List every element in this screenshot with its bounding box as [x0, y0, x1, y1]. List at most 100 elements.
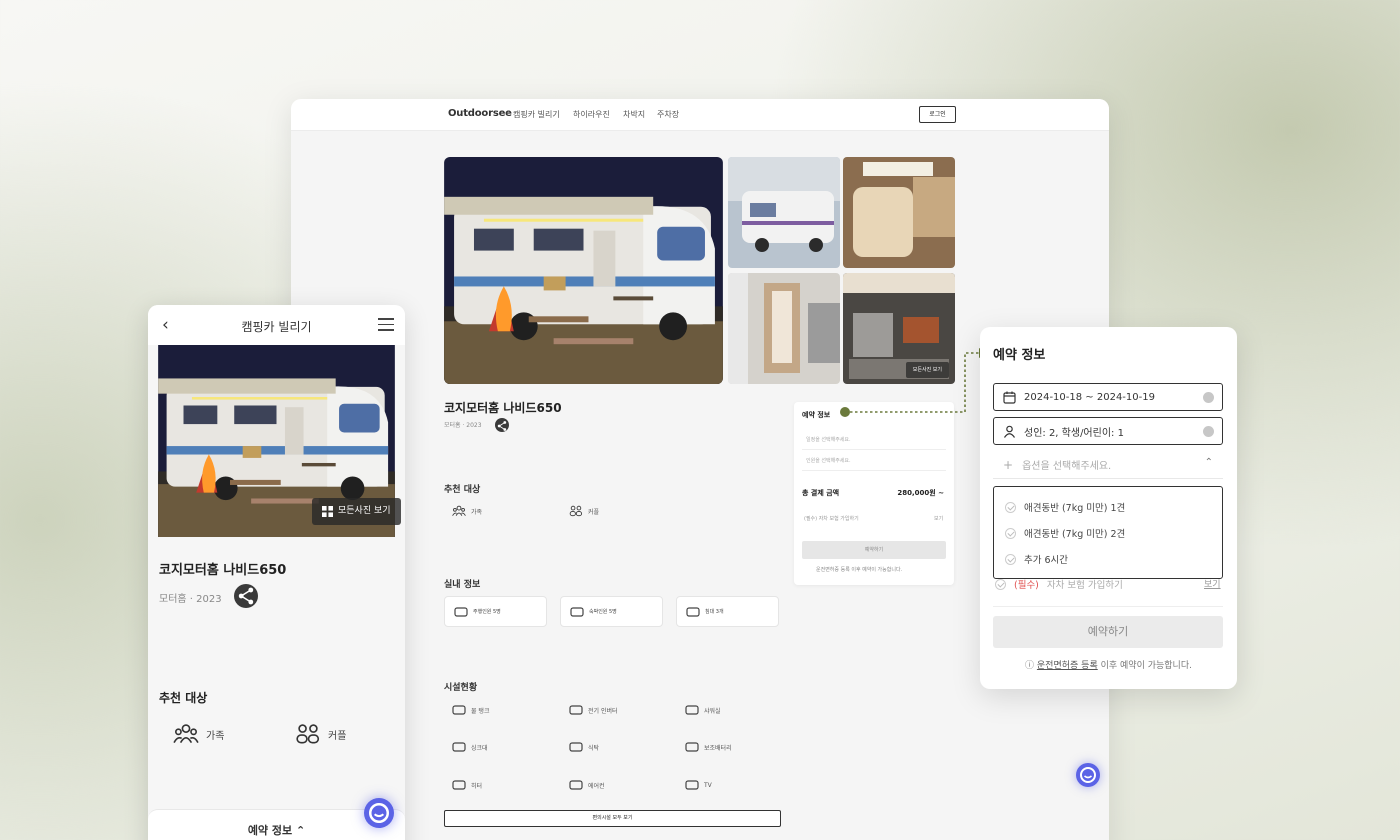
date-range-field[interactable]: 2024-10-18 ~ 2024-10-19 — [993, 383, 1223, 411]
booking-people-field[interactable]: 인원을 선택해주세요. — [806, 457, 851, 464]
mobile-chat-button[interactable] — [364, 798, 394, 828]
facility-inverter: 전기 인버터 — [569, 704, 618, 716]
indoor-sleep-capacity: 숙박인원 5명 — [560, 596, 663, 627]
recommend-couple: 커플 — [569, 505, 599, 517]
booking-popup: 예약 정보 2024-10-18 ~ 2024-10-19 성인: 2, 학생/… — [980, 327, 1237, 689]
bulb-icon — [569, 704, 583, 716]
shower-icon — [685, 704, 699, 716]
battery-icon — [685, 741, 699, 753]
indoor-heading: 실내 정보 — [444, 580, 481, 590]
couple-icon — [295, 723, 321, 745]
option-item-pet-2[interactable]: 애견동반 (7kg 미만) 2견 — [1005, 526, 1125, 540]
facility-water-tank: 물 탱크 — [452, 704, 489, 716]
chat-button[interactable] — [1076, 763, 1100, 787]
booking-label: 예약 정보 — [802, 411, 831, 419]
facility-battery: 보조배터리 — [685, 741, 732, 753]
main-photo[interactable] — [444, 157, 723, 384]
divider — [993, 606, 1223, 607]
divider — [802, 449, 946, 450]
option-dropdown-list: 애견동반 (7kg 미만) 1견 애견동반 (7kg 미만) 2견 추가 6시간 — [993, 486, 1223, 579]
connector-line — [840, 348, 988, 417]
license-note: ⓘ 운전면허증 등록 이후 예약이 가능합니다. — [1025, 661, 1192, 671]
family-icon — [173, 723, 199, 745]
insurance-view-link[interactable]: 보기 — [934, 515, 943, 522]
facility-aircon: 에어컨 — [569, 779, 605, 791]
clear-date-icon[interactable] — [1203, 392, 1214, 403]
family-icon — [452, 505, 466, 517]
product-subtitle: 모터홈 · 2023 — [444, 422, 482, 429]
option-select[interactable]: + 옵션을 선택해주세요. ⌃ — [993, 451, 1223, 479]
mobile-header: ‹ 캠핑카 빌리기 — [148, 305, 405, 345]
photo-thumb-2[interactable] — [843, 157, 955, 268]
facility-shower: 샤워실 — [685, 704, 721, 716]
facility-heading: 시설현황 — [444, 683, 478, 693]
nav-item-car-camping-site[interactable]: 차박지 — [623, 109, 645, 120]
check-circle-icon — [1005, 553, 1016, 565]
license-note: 운전면허증 등록 이후 예약이 가능합니다. — [816, 567, 903, 573]
aircon-icon — [569, 779, 583, 791]
indoor-drive-capacity: 주행인원 5명 — [444, 596, 547, 627]
mobile-recommend-family: 가족 — [173, 723, 224, 745]
all-facilities-button[interactable]: 편의시설 모두 보기 — [444, 810, 781, 827]
share-icon[interactable] — [495, 418, 509, 432]
tv-icon — [685, 779, 699, 791]
required-tag: (필수) — [1014, 580, 1039, 591]
reserve-button[interactable]: 예약하기 — [802, 541, 946, 559]
insurance-view-link[interactable]: 보기 — [1204, 577, 1221, 590]
popup-title: 예약 정보 — [993, 348, 1046, 363]
nav-item-camping-car[interactable]: 캠핑카 빌리기 — [513, 109, 560, 120]
total-label: 총 결제 금액 — [802, 489, 840, 497]
nav-item-high-limousine[interactable]: 하이라우진 — [573, 109, 610, 120]
login-button[interactable]: 로그인 — [919, 106, 956, 123]
info-icon: ⓘ — [1025, 661, 1035, 671]
mobile-share-icon[interactable] — [234, 584, 258, 608]
water-drop-icon — [452, 704, 466, 716]
chat-icon — [1076, 763, 1100, 787]
facility-tv: TV — [685, 779, 712, 791]
option-item-pet-1[interactable]: 애견동반 (7kg 미만) 1견 — [1005, 500, 1125, 514]
facility-table: 식탁 — [569, 741, 599, 753]
heater-icon — [452, 779, 466, 791]
nav-item-parking[interactable]: 주차장 — [657, 109, 679, 120]
mobile-product-title: 코지모터홈 나비드650 — [159, 563, 287, 578]
photo-thumb-3[interactable] — [728, 273, 840, 384]
divider — [802, 470, 946, 471]
hamburger-menu-icon[interactable] — [378, 318, 394, 332]
mobile-product-subtitle: 모터홈 · 2023 — [159, 594, 222, 605]
clear-people-icon[interactable] — [1203, 426, 1214, 437]
person-bed-icon — [570, 606, 584, 618]
people-field[interactable]: 성인: 2, 학생/어린이: 1 — [993, 417, 1223, 445]
chat-icon — [364, 798, 394, 828]
desktop-booking-card: 예약 정보 일정을 선택해주세요. 인원을 선택해주세요. 총 결제 금액 28… — [794, 402, 954, 585]
insurance-checkbox[interactable]: (필수) 자차 보험 가입하기 — [995, 577, 1123, 591]
check-circle-icon — [995, 578, 1006, 590]
sink-icon — [452, 741, 466, 753]
chevron-up-icon: ⌃ — [295, 824, 306, 837]
check-circle-icon — [1005, 527, 1016, 539]
license-register-link[interactable]: 운전면허증 등록 — [1037, 661, 1098, 671]
mobile-all-photos-button[interactable]: 모든사진 보기 — [312, 498, 401, 525]
photo-thumb-1[interactable] — [728, 157, 840, 268]
recommend-family: 가족 — [452, 505, 482, 517]
facility-heater: 히터 — [452, 779, 482, 791]
plus-icon: + — [1003, 457, 1014, 472]
person-icon — [1004, 425, 1015, 438]
table-icon — [569, 741, 583, 753]
insurance-checkbox[interactable]: (필수) 자차 보험 가입하기 — [804, 515, 859, 522]
booking-date-field[interactable]: 일정을 선택해주세요. — [806, 436, 851, 443]
grid-icon — [322, 506, 333, 517]
mobile-recommend-couple: 커플 — [295, 723, 346, 745]
chevron-up-icon: ⌃ — [1204, 457, 1213, 468]
total-price: 280,000원 ~ — [897, 489, 944, 497]
reserve-button[interactable]: 예약하기 — [993, 616, 1223, 648]
check-circle-icon — [1005, 501, 1016, 513]
calendar-icon — [1003, 391, 1016, 404]
indoor-beds: 침대 3개 — [676, 596, 779, 627]
option-item-extra-6h[interactable]: 추가 6시간 — [1005, 552, 1068, 566]
bed-icon — [686, 606, 700, 618]
desktop-navbar: Outdoorsee 캠핑카 빌리기 하이라우진 차박지 주차장 로그인 — [291, 99, 1109, 131]
site-logo[interactable]: Outdoorsee — [448, 108, 512, 119]
mobile-screen: ‹ 캠핑카 빌리기 모든사진 보기 코지모터홈 나비드650 모터홈 · 202… — [148, 305, 405, 840]
couple-icon — [569, 505, 583, 517]
facility-sink: 싱크대 — [452, 741, 488, 753]
